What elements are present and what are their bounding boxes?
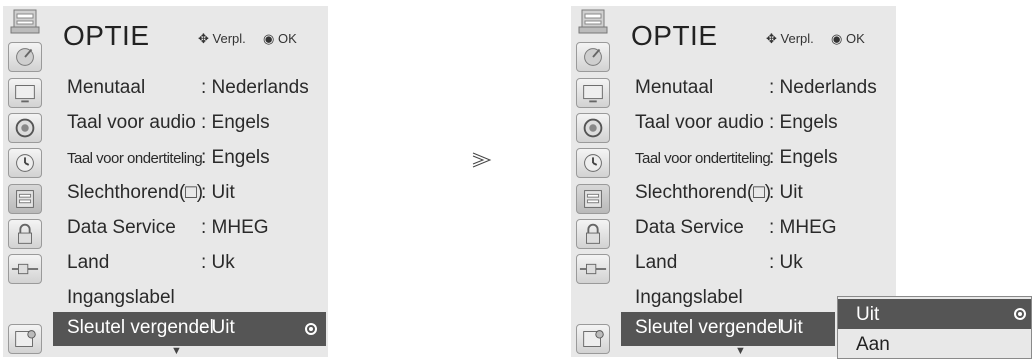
selected-radio-icon (1014, 308, 1026, 320)
menu-item-value: : MHEG (769, 217, 837, 238)
transition-arrow-icon (471, 150, 493, 175)
menu-item-value: : Engels (201, 112, 270, 133)
menu-item-data-service[interactable]: Data Service : MHEG (621, 212, 894, 246)
menu-item-value: : Uit (769, 317, 803, 338)
menu-item-label: Land (635, 252, 678, 273)
nav-hint: ✥ Verpl. ◉ OK (766, 31, 865, 47)
dropdown-option-label: Uit (856, 304, 880, 325)
menu-item-value: : Nederlands (769, 77, 877, 98)
lock-icon[interactable] (8, 219, 42, 249)
menu-title: OPTIE (63, 20, 150, 51)
menu-item-label: Land (67, 252, 110, 273)
menu-item-label: Taal voor audio (635, 112, 764, 133)
menu-item-label: Data Service (67, 217, 176, 238)
menu-item-value: : Engels (769, 147, 838, 168)
menu-item-taal-voor-audio[interactable]: Taal voor audio : Engels (53, 107, 326, 141)
menu-item-value: : Nederlands (201, 77, 309, 98)
option-header-icon (8, 7, 42, 37)
menu-item-sleutel-vergendel[interactable]: Sleutel vergendel : Uit (621, 312, 835, 346)
cable-plug-icon[interactable] (576, 254, 610, 284)
dropdown-option-aan[interactable]: Aan (838, 329, 1031, 359)
optie-menu-panel: OPTIE ✥ Verpl. ◉ OK Menutaal : Nederland… (3, 6, 328, 357)
scroll-down-arrow-icon[interactable]: ▼ (171, 345, 182, 357)
cable-plug-icon[interactable] (8, 254, 42, 284)
menu-item-value: : MHEG (201, 217, 269, 238)
menu-item-taal-voor-ondertiteling[interactable]: Taal voor ondertiteling : Engels (53, 142, 326, 176)
speaker-icon[interactable] (576, 113, 610, 143)
nav-hint: ✥ Verpl. ◉ OK (198, 31, 297, 47)
ok-hint-label: OK (278, 31, 297, 46)
menu-item-ingangslabel[interactable]: Ingangslabel (53, 282, 326, 316)
move-arrows-icon: ✥ (198, 31, 209, 46)
menu-item-menutaal[interactable]: Menutaal : Nederlands (621, 72, 894, 106)
move-hint-label: Verpl. (212, 31, 246, 46)
menu-item-label: Menutaal (635, 77, 714, 98)
menu-item-value: : Engels (201, 147, 270, 168)
speaker-icon[interactable] (8, 113, 42, 143)
menu-item-label: Slechthorend(□) (635, 182, 772, 203)
menu-item-value: : Uk (769, 252, 803, 273)
menu-item-label: Sleutel vergendel (67, 317, 214, 338)
tv-screen-icon[interactable] (576, 78, 610, 108)
move-hint-label: Verpl. (780, 31, 814, 46)
move-arrows-icon: ✥ (766, 31, 777, 46)
menu-item-label: Taal voor ondertiteling (67, 150, 203, 167)
menu-item-label: Taal voor ondertiteling (635, 150, 771, 167)
tv-screen-icon[interactable] (8, 78, 42, 108)
menu-item-label: Data Service (635, 217, 744, 238)
menu-item-slechthorend[interactable]: Slechthorend(□) : Uit (53, 177, 326, 211)
menu-item-taal-voor-ondertiteling[interactable]: Taal voor ondertiteling : Engels (621, 142, 894, 176)
ok-dot-icon: ◉ (263, 31, 275, 46)
sleutel-vergendel-dropdown: Uit Aan (837, 296, 1032, 359)
option-folder-icon[interactable] (576, 184, 610, 214)
dropdown-option-uit[interactable]: Uit (838, 299, 1031, 329)
option-header-icon (576, 7, 610, 37)
option-folder-icon[interactable] (8, 184, 42, 214)
menu-item-label: Taal voor audio (67, 112, 196, 133)
menu-item-taal-voor-audio[interactable]: Taal voor audio : Engels (621, 107, 894, 141)
menu-item-label: Ingangslabel (635, 287, 743, 308)
clock-icon[interactable] (8, 148, 42, 178)
menu-item-label: Sleutel vergendel (635, 317, 782, 338)
selected-radio-icon (305, 323, 317, 335)
ok-hint-label: OK (846, 31, 865, 46)
menu-item-land[interactable]: Land : Uk (621, 247, 894, 281)
category-icon-column (3, 6, 53, 357)
menu-item-value: : Uit (769, 182, 803, 203)
ok-dot-icon: ◉ (831, 31, 843, 46)
menu-item-label: Menutaal (67, 77, 146, 98)
menu-item-value: : Uit (201, 317, 235, 338)
menu-item-data-service[interactable]: Data Service : MHEG (53, 212, 326, 246)
menu-item-land[interactable]: Land : Uk (53, 247, 326, 281)
menu-item-sleutel-vergendel[interactable]: Sleutel vergendel : Uit (53, 312, 326, 346)
menu-item-value: : Engels (769, 112, 838, 133)
menu-item-value: : Uit (201, 182, 235, 203)
menu-item-label: Ingangslabel (67, 287, 175, 308)
menu-item-menutaal[interactable]: Menutaal : Nederlands (53, 72, 326, 106)
category-icon-column (571, 6, 621, 357)
screen-settings-icon[interactable] (576, 324, 610, 354)
menu-item-slechthorend[interactable]: Slechthorend(□) : Uit (621, 177, 894, 211)
menu-item-value: : Uk (201, 252, 235, 273)
satellite-dish-icon[interactable] (8, 42, 42, 72)
screen-settings-icon[interactable] (8, 324, 42, 354)
menu-item-label: Slechthorend(□) (67, 182, 204, 203)
dropdown-option-label: Aan (856, 334, 890, 355)
satellite-dish-icon[interactable] (576, 42, 610, 72)
menu-title: OPTIE (631, 20, 718, 51)
clock-icon[interactable] (576, 148, 610, 178)
scroll-down-arrow-icon[interactable]: ▼ (735, 345, 746, 357)
lock-icon[interactable] (576, 219, 610, 249)
